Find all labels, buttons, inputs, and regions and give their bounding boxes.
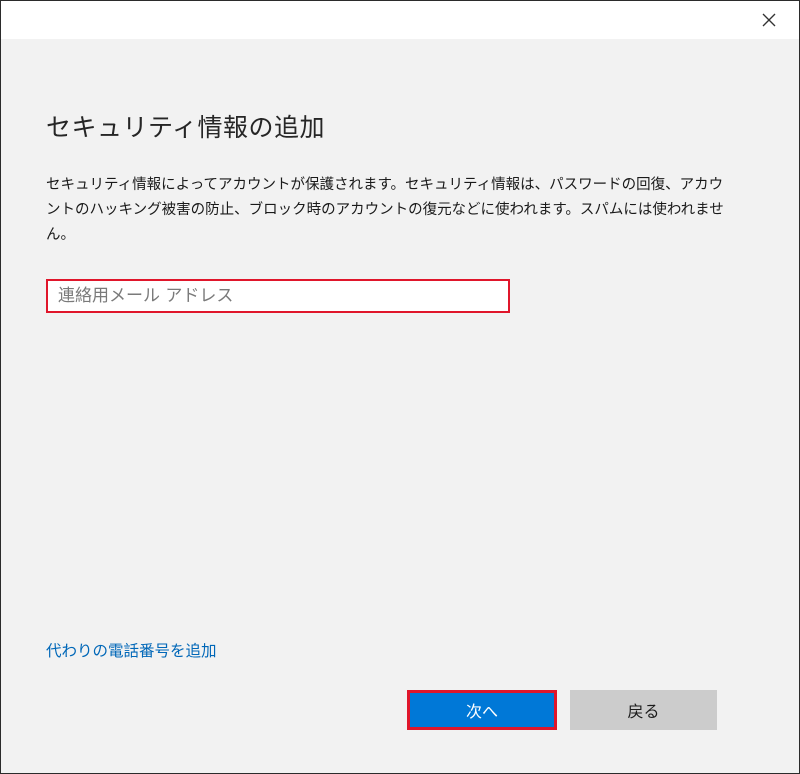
close-button[interactable] <box>751 5 787 35</box>
page-title: セキュリティ情報の追加 <box>46 113 326 142</box>
next-button[interactable]: 次へ <box>407 690 557 730</box>
add-alternate-phone-link[interactable]: 代わりの電話番号を追加 <box>46 639 217 661</box>
close-icon <box>762 13 776 27</box>
contact-email-field[interactable] <box>46 279 510 313</box>
description-text: セキュリティ情報によってアカウントが保護されます。セキュリティ情報は、パスワード… <box>46 177 724 243</box>
back-button[interactable]: 戻る <box>570 690 717 730</box>
security-info-dialog: セキュリティ情報の追加 セキュリティ情報によってアカウントが保護されます。セキュ… <box>0 0 800 774</box>
title-bar <box>1 1 799 39</box>
